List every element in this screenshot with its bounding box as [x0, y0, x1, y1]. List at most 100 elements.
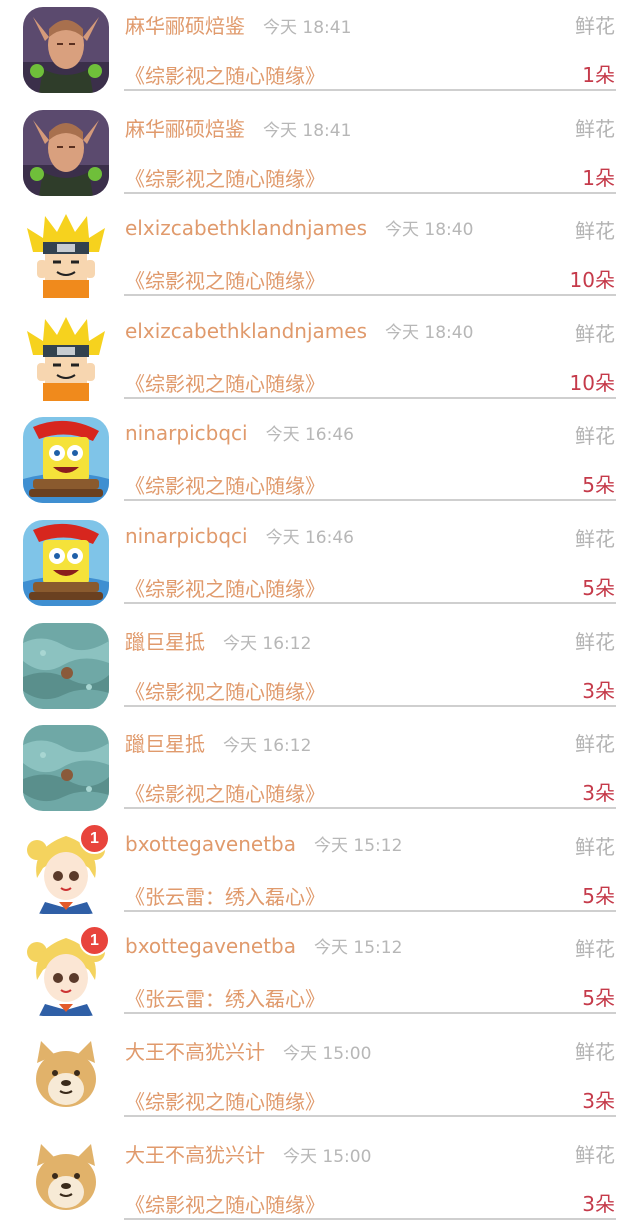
username-text[interactable]: 大王不高犹兴计 — [125, 1143, 265, 1167]
timestamp: 今天 18:41 — [263, 18, 352, 38]
username[interactable]: 大王不高犹兴计 今天 15:00 — [125, 1139, 371, 1168]
divider — [124, 601, 616, 604]
timestamp: 今天 15:12 — [314, 835, 403, 856]
username-text[interactable]: 大王不高犹兴计 — [125, 1040, 265, 1064]
sea-avatar-icon[interactable] — [23, 725, 109, 812]
username[interactable]: 麻华郦硕焙鉴 今天 18:41 — [125, 113, 351, 142]
divider — [124, 909, 616, 912]
book-title[interactable]: 《综影视之随心随缘》 — [125, 60, 325, 89]
list-item[interactable]: elxizcabethklandnjames 今天 18:40 鲜花 《综影视之随… — [0, 308, 640, 411]
username-text[interactable]: bxottegavenetba — [125, 832, 296, 856]
gift-count: 10朵 — [569, 268, 615, 293]
username[interactable]: elxizcabethklandnjames 今天 18:40 — [125, 215, 473, 240]
divider — [124, 1114, 616, 1117]
username[interactable]: 大王不高犹兴计 今天 15:00 — [125, 1036, 371, 1065]
doge-avatar-icon[interactable] — [23, 1135, 109, 1222]
username-text[interactable]: ninarpicbqci — [125, 421, 248, 445]
gift-type: 鲜花 — [575, 219, 615, 244]
gift-type: 鲜花 — [575, 629, 615, 654]
timestamp: 今天 16:12 — [223, 736, 312, 757]
gift-count: 1朵 — [582, 165, 615, 190]
divider — [124, 1217, 616, 1220]
divider — [124, 499, 616, 502]
timestamp: 今天 15:00 — [283, 1043, 372, 1064]
username[interactable]: bxottegavenetba 今天 15:12 — [125, 831, 402, 856]
elf-avatar-icon[interactable] — [23, 109, 109, 196]
username-text[interactable]: bxottegavenetba — [125, 934, 296, 958]
list-item[interactable]: elxizcabethklandnjames 今天 18:40 鲜花 《综影视之随… — [0, 205, 640, 308]
list-item[interactable]: 大王不高犹兴计 今天 15:00 鲜花 《综影视之随心随缘》 3朵 — [0, 1129, 640, 1231]
list-item[interactable]: 麻华郦硕焙鉴 今天 18:41 鲜花 《综影视之随心随缘》 1朵 — [0, 103, 640, 206]
book-title[interactable]: 《张云雷：绣入磊心》 — [125, 881, 325, 910]
username-text[interactable]: 麻华郦硕焙鉴 — [125, 117, 245, 141]
username[interactable]: 麻华郦硕焙鉴 今天 18:41 — [125, 10, 351, 39]
gift-record-list: 麻华郦硕焙鉴 今天 18:41 鲜花 《综影视之随心随缘》 1朵 麻华郦硕焙鉴 今天… — [0, 0, 640, 1222]
gift-count: 3朵 — [582, 1191, 615, 1216]
username[interactable]: 躐巨星抵 今天 16:12 — [125, 728, 311, 757]
list-item[interactable]: ninarpicbqci 今天 16:46 鲜花 《综影视之随心随缘》 5朵 — [0, 513, 640, 616]
username[interactable]: 躐巨星抵 今天 16:12 — [125, 626, 311, 655]
username-text[interactable]: elxizcabethklandnjames — [125, 216, 367, 240]
ninja-avatar-icon[interactable] — [23, 212, 109, 299]
timestamp: 今天 16:12 — [223, 633, 312, 654]
book-title[interactable]: 《综影视之随心随缘》 — [125, 1189, 325, 1218]
timestamp: 今天 16:46 — [265, 425, 354, 446]
book-title[interactable]: 《综影视之随心随缘》 — [125, 368, 325, 397]
divider — [124, 396, 616, 399]
book-title[interactable]: 《综影视之随心随缘》 — [125, 778, 325, 807]
username[interactable]: elxizcabethklandnjames 今天 18:40 — [125, 318, 473, 343]
gift-type: 鲜花 — [575, 14, 615, 38]
gift-count: 10朵 — [569, 370, 615, 395]
username[interactable]: ninarpicbqci 今天 16:46 — [125, 523, 354, 548]
list-item[interactable]: 1 bxottegavenetba 今天 15:12 鲜花 《张云雷：绣入磊心》 … — [0, 923, 640, 1026]
doge-avatar-icon[interactable] — [23, 1032, 109, 1119]
timestamp: 今天 15:00 — [283, 1146, 372, 1167]
book-title[interactable]: 《综影视之随心随缘》 — [125, 470, 325, 499]
gift-count: 3朵 — [582, 678, 615, 703]
gift-type: 鲜花 — [575, 834, 615, 859]
username-text[interactable]: 躐巨星抵 — [125, 732, 205, 756]
username[interactable]: ninarpicbqci 今天 16:46 — [125, 420, 354, 445]
ninja-avatar-icon[interactable] — [23, 314, 109, 401]
list-item[interactable]: 躐巨星抵 今天 16:12 鲜花 《综影视之随心随缘》 3朵 — [0, 718, 640, 821]
sponge-avatar-icon[interactable] — [23, 519, 109, 606]
book-title[interactable]: 《综影视之随心随缘》 — [125, 265, 325, 294]
gift-type: 鲜花 — [575, 526, 615, 551]
list-item[interactable]: 大王不高犹兴计 今天 15:00 鲜花 《综影视之随心随缘》 3朵 — [0, 1026, 640, 1129]
username-text[interactable]: 麻华郦硕焙鉴 — [125, 14, 245, 38]
username[interactable]: bxottegavenetba 今天 15:12 — [125, 933, 402, 958]
elf-avatar-icon[interactable] — [23, 7, 109, 93]
divider — [124, 191, 616, 194]
sea-avatar-icon[interactable] — [23, 622, 109, 709]
book-title[interactable]: 《综影视之随心随缘》 — [125, 163, 325, 192]
gift-type: 鲜花 — [575, 1039, 615, 1064]
username-text[interactable]: elxizcabethklandnjames — [125, 319, 367, 343]
timestamp: 今天 16:46 — [265, 527, 354, 548]
gift-count: 5朵 — [582, 883, 615, 908]
list-item[interactable]: 麻华郦硕焙鉴 今天 18:41 鲜花 《综影视之随心随缘》 1朵 — [0, 0, 640, 103]
timestamp: 今天 18:40 — [384, 220, 474, 241]
list-item[interactable]: ninarpicbqci 今天 16:46 鲜花 《综影视之随心随缘》 5朵 — [0, 410, 640, 513]
book-title[interactable]: 《综影视之随心随缘》 — [125, 573, 325, 602]
username-text[interactable]: ninarpicbqci — [125, 524, 248, 548]
gift-type: 鲜花 — [575, 937, 615, 962]
list-item[interactable]: 1 bxottegavenetba 今天 15:12 鲜花 《张云雷：绣入磊心》 … — [0, 821, 640, 924]
divider — [124, 1012, 616, 1015]
gift-count: 1朵 — [582, 63, 615, 87]
book-title[interactable]: 《张云雷：绣入磊心》 — [125, 983, 325, 1012]
divider — [124, 89, 616, 91]
sponge-avatar-icon[interactable] — [23, 417, 109, 504]
gift-count: 5朵 — [582, 986, 615, 1011]
unread-badge: 1 — [79, 822, 110, 854]
gift-count: 3朵 — [582, 781, 615, 806]
gift-type: 鲜花 — [575, 1142, 615, 1167]
book-title[interactable]: 《综影视之随心随缘》 — [125, 676, 325, 705]
gift-count: 5朵 — [582, 473, 615, 498]
gift-type: 鲜花 — [575, 424, 615, 449]
gift-count: 5朵 — [582, 575, 615, 600]
gift-count: 3朵 — [582, 1088, 615, 1113]
timestamp: 今天 18:41 — [263, 120, 352, 141]
list-item[interactable]: 躐巨星抵 今天 16:12 鲜花 《综影视之随心随缘》 3朵 — [0, 616, 640, 719]
book-title[interactable]: 《综影视之随心随缘》 — [125, 1086, 325, 1115]
username-text[interactable]: 躐巨星抵 — [125, 630, 205, 654]
